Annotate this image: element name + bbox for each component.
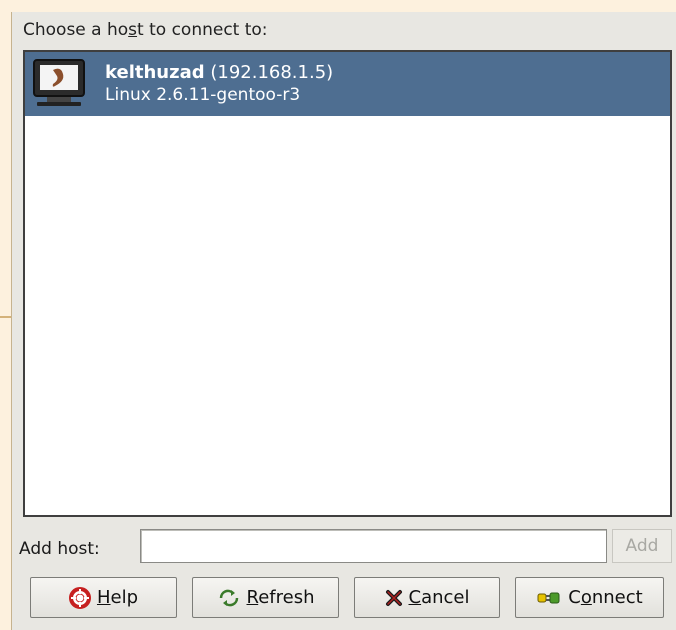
help-button-label: Help (96, 587, 139, 608)
host-list-prompt: Choose a host to connect to: (23, 20, 268, 40)
host-list[interactable]: kelthuzad (192.168.1.5) Linux 2.6.11-gen… (23, 50, 672, 517)
cancel-x-icon (385, 589, 402, 606)
help-lifebuoy-icon (68, 586, 91, 609)
host-name: kelthuzad (192.168.1.5) (105, 62, 334, 83)
connect-button[interactable]: Connect (515, 577, 664, 618)
add-host-label: Add host: (19, 539, 100, 559)
connect-button-label: Connect (568, 587, 643, 608)
background-divider-line (0, 316, 11, 318)
connect-plug-icon (537, 592, 560, 603)
add-host-input[interactable] (140, 529, 607, 563)
refresh-button-label: Refresh (246, 587, 315, 608)
monitor-gentoo-icon (33, 59, 85, 106)
cancel-button[interactable]: Cancel (354, 577, 500, 618)
cancel-button-label: Cancel (408, 587, 470, 608)
refresh-icon (219, 589, 238, 606)
connect-host-dialog: Choose a host to connect to: kelthuzad (… (11, 12, 676, 630)
host-os: Linux 2.6.11-gentoo-r3 (105, 85, 301, 105)
host-list-item-selected[interactable]: kelthuzad (192.168.1.5) Linux 2.6.11-gen… (25, 52, 670, 116)
refresh-button[interactable]: Refresh (192, 577, 339, 618)
add-button[interactable]: Add (612, 529, 672, 563)
help-button[interactable]: Help (30, 577, 177, 618)
